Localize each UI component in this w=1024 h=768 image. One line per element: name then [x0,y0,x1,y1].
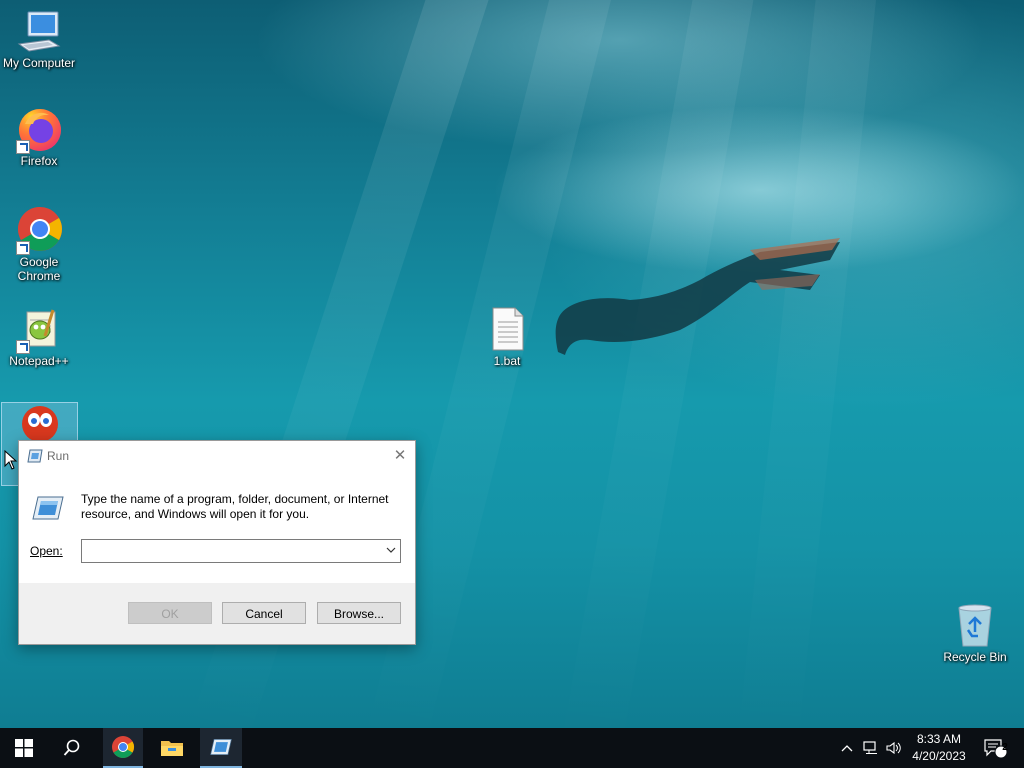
open-input[interactable] [85,541,379,561]
speaker-icon [886,741,901,755]
desktop-icon-label: Notepad++ [9,354,69,368]
desktop-icon-my-computer[interactable]: My Computer [2,10,76,70]
taskbar-run[interactable] [200,728,242,768]
desktop-icon-label: My Computer [2,56,76,70]
shortcut-arrow-icon [16,140,30,154]
ok-button[interactable]: OK [128,602,212,624]
recycle-bin-icon [958,604,992,647]
mouse-cursor-icon [4,450,18,470]
run-dialog-titlebar[interactable]: Run ✕ [19,441,415,471]
network-icon [863,741,877,754]
taskbar-chrome[interactable] [103,728,143,768]
cancel-button[interactable]: Cancel [222,602,306,624]
desktop-icon-label: Google Chrome [17,255,61,283]
chevron-down-icon[interactable] [386,543,396,557]
start-button[interactable] [0,728,48,768]
desktop-icon-label: 1.bat [493,354,521,368]
open-combobox[interactable] [81,539,401,563]
close-icon[interactable]: ✕ [391,447,409,465]
bug-app-icon [22,406,58,442]
desktop-icon-label: Firefox [20,154,58,168]
chevron-up-icon [841,745,853,752]
desktop-icon-recycle-bin[interactable]: Recycle Bin [938,602,1012,664]
start-icon [15,739,33,757]
desktop-icon-google-chrome[interactable]: Google Chrome [2,205,76,283]
diver-silhouette [555,238,840,355]
shortcut-arrow-icon [16,340,30,354]
desktop-icon-1-bat[interactable]: 1.bat [470,306,544,368]
file-explorer-icon [161,741,183,756]
computer-icon [17,11,61,52]
network-tray[interactable] [860,728,882,768]
open-label: Open: [30,544,63,558]
batch-file-icon [492,307,524,351]
run-program-icon [32,496,64,520]
notification-count-badge: 2 [1002,742,1008,753]
taskbar-clock[interactable]: 8:33 AM 4/20/2023 [905,731,973,765]
browse-button[interactable]: Browse... [317,602,401,624]
action-center-button[interactable]: 2 [978,728,1012,768]
run-dialog-message: Type the name of a program, folder, docu… [81,492,389,521]
desktop-icon-notepadpp[interactable]: Notepad++ [2,306,76,368]
taskbar: 8:33 AM 4/20/2023 2 [0,728,1024,768]
search-icon [63,739,80,756]
shortcut-arrow-icon [16,241,30,255]
show-hidden-icons[interactable] [838,728,856,768]
run-dialog[interactable]: Run ✕ Type the name of a program, folder… [18,440,416,645]
search-button[interactable] [48,728,96,768]
run-icon [210,739,232,755]
run-dialog-title: Run [47,449,70,463]
volume-tray[interactable] [884,728,904,768]
desktop-icon-label: Recycle Bin [943,650,1007,664]
chrome-icon [112,736,134,758]
desktop[interactable]: My Computer Firefox Google Chrome Notepa… [0,0,1024,728]
clock-time: 8:33 AM [916,732,962,746]
taskbar-file-explorer[interactable] [151,728,193,768]
run-icon [27,449,43,463]
clock-date: 4/20/2023 [912,749,966,763]
desktop-icon-firefox[interactable]: Firefox [2,106,76,168]
desktop-icon-app[interactable] [2,402,76,442]
